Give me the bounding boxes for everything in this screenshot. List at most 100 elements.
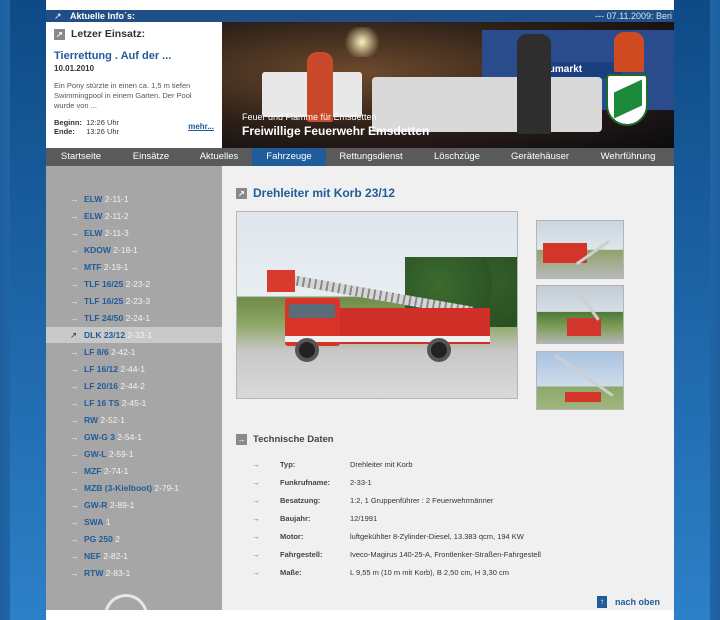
vehicle-code: RW — [84, 415, 99, 425]
sidebar-item-dlk-23-12[interactable]: ↗ DLK 23/12 2-33-1 — [46, 327, 222, 343]
banner-title: Freiwillige Feuerwehr Emsdetten — [242, 124, 430, 138]
more-link[interactable]: mehr... — [188, 122, 214, 131]
nav-item-aktuelles[interactable]: Aktuelles — [186, 148, 252, 166]
nav-item-fahrzeuge[interactable]: Fahrzeuge — [252, 148, 326, 166]
thumb-ladder — [574, 286, 600, 321]
vehicle-number: 2-74-1 — [103, 466, 129, 476]
nav-item-startseite[interactable]: Startseite — [46, 148, 116, 166]
vehicle-code: LF 16/12 — [84, 364, 119, 374]
nav-item-rettungsdienst[interactable]: Rettungsdienst — [326, 148, 416, 166]
latest-mission-heading: ↗ Letzer Einsatz: — [54, 28, 214, 40]
vehicle-code: TLF 24/50 — [84, 313, 124, 323]
sidebar-item-lf-20-16[interactable]: → LF 20/16 2-44-2 — [46, 378, 222, 394]
vehicle-number: 2-24-1 — [125, 313, 151, 323]
sidebar-item-mzf[interactable]: → MZF 2-74-1 — [46, 463, 222, 479]
arrow-box-icon: → — [236, 434, 247, 445]
sidebar-item-lf-8-6[interactable]: → LF 8/6 2-42-1 — [46, 344, 222, 360]
arrow-right-icon: → — [70, 517, 79, 527]
spec-row: → Typ: Drehleiter mit Korb — [252, 456, 652, 474]
vehicle-thumbnail-1[interactable] — [536, 220, 624, 279]
vehicle-code: TLF 16/25 — [84, 279, 124, 289]
spec-row: → Funkrufname: 2-33-1 — [252, 474, 652, 492]
vehicle-thumbnail-2[interactable] — [536, 285, 624, 344]
arrow-right-icon: → — [70, 279, 79, 289]
vehicle-code: GW-G 3 — [84, 432, 115, 442]
banner-subtitle: Feuer und Flamme für Emsdetten — [242, 112, 377, 122]
thumb-ladder — [554, 354, 614, 397]
latest-mission-text: Ein Pony stürzte in einen ca. 1,5 m tief… — [54, 81, 192, 110]
vehicle-number: 2-59-1 — [108, 449, 134, 459]
ticker-title: Aktuelle Info´s: — [70, 11, 136, 21]
ticker-news[interactable]: --- 07.11.2009: Beri — [595, 10, 672, 22]
spec-row: → Fahrgestell: Iveco-Magirus 140-25-A, Fro… — [252, 546, 652, 564]
arrow-right-icon: → — [70, 245, 79, 255]
latest-mission-heading-label: Letzer Einsatz: — [71, 28, 146, 40]
sidebar-item-tlf-16-25-2[interactable]: → TLF 16/25 2-23-2 — [46, 276, 222, 292]
sidebar-item-kdow[interactable]: → KDOW 2-18-1 — [46, 242, 222, 258]
news-ticker: ↗ Aktuelle Info´s: --- 07.11.2009: Beri — [46, 10, 674, 22]
vehicle-code: PG 250 — [84, 534, 113, 544]
arrow-right-icon: → — [70, 296, 79, 306]
sidebar-item-gw-g-3[interactable]: → GW-G 3 2-54-1 — [46, 429, 222, 445]
vehicle-number: 2-11-2 — [104, 211, 129, 221]
sidebar-item-swa[interactable]: → SWA 1 — [46, 514, 222, 530]
nav-item-geraetehaeuser[interactable]: Gerätehäuser — [498, 148, 582, 166]
sidebar-item-elw-3[interactable]: → ELW 2-11-3 — [46, 225, 222, 241]
latest-mission-date: 10.01.2010 — [54, 64, 95, 73]
arrow-right-icon: → — [70, 347, 79, 357]
vehicle-number: 2-44-2 — [120, 381, 145, 391]
arrow-right-icon: → — [70, 568, 79, 578]
vehicle-number: 1 — [105, 517, 111, 527]
arrow-right-icon: → — [252, 460, 260, 469]
sidebar-item-pg-250[interactable]: → PG 250 2 — [46, 531, 222, 547]
arrow-right-icon: → — [70, 262, 79, 272]
nav-item-loeschzuege[interactable]: Löschzüge — [416, 148, 498, 166]
arrow-right-icon: → — [70, 228, 79, 238]
spec-value: 2-33-1 — [350, 478, 372, 487]
nav-item-wehrfuehrung[interactable]: Wehrführung — [582, 148, 674, 166]
spec-value: Drehleiter mit Korb — [350, 460, 413, 469]
main-nav: Startseite Einsätze Aktuelles Fahrzeuge … — [46, 148, 674, 166]
sidebar-item-tlf-24-50[interactable]: → TLF 24/50 2-24-1 — [46, 310, 222, 326]
back-to-top-label: nach oben — [614, 597, 660, 607]
vehicle-number: 2-79-1 — [154, 483, 179, 493]
vehicle-number: 2-82-1 — [103, 551, 128, 561]
vehicle-code: LF 20/16 — [84, 381, 119, 391]
sidebar-item-lf-16-12[interactable]: → LF 16/12 2-44-1 — [46, 361, 222, 377]
sidebar-item-nef[interactable]: → NEF 2-82-1 — [46, 548, 222, 564]
vehicle-code: ELW — [84, 211, 103, 221]
arrow-right-icon: → — [70, 500, 79, 510]
spec-value: 1:2, 1 Gruppenführer : 2 Feuerwehrmänner — [350, 496, 494, 505]
nav-item-einsaetze[interactable]: Einsätze — [116, 148, 186, 166]
sidebar-item-lf-16-ts[interactable]: → LF 16 TS 2-45-1 — [46, 395, 222, 411]
back-to-top-link[interactable]: ↑ nach oben — [596, 596, 660, 608]
spec-value: 12/1991 — [350, 514, 378, 523]
vehicle-number: 2-11-1 — [104, 194, 129, 204]
sidebar-item-mtf[interactable]: → MTF 2-19-1 — [46, 259, 222, 275]
banner-firefighter — [614, 32, 644, 72]
sidebar-item-gw-l[interactable]: → GW-L 2-59-1 — [46, 446, 222, 462]
vehicle-code: TLF 16/25 — [84, 296, 124, 306]
arrow-up-right-icon: ↗ — [70, 330, 78, 340]
sidebar-item-rtw[interactable]: → RTW 2-83-1 — [46, 565, 222, 581]
sidebar-item-elw-1[interactable]: → ELW 2-11-1 — [46, 191, 222, 207]
vehicle-code: MZB (3-Kielboot) — [84, 483, 152, 493]
spec-label: Motor: — [280, 532, 304, 541]
footer-logo-icon — [104, 594, 148, 610]
latest-mission-title[interactable]: Tierrettung . Auf der ... — [54, 50, 214, 62]
sidebar-item-tlf-16-25-3[interactable]: → TLF 16/25 2-23-3 — [46, 293, 222, 309]
emsdetten-coat-of-arms — [606, 74, 648, 126]
vehicle-number: 2-23-2 — [125, 279, 151, 289]
sidebar-item-rw[interactable]: → RW 2-52-1 — [46, 412, 222, 428]
sidebar-item-gw-r[interactable]: → GW-R 2-89-1 — [46, 497, 222, 513]
vehicle-main-photo[interactable] — [236, 211, 518, 399]
banner-firefighter — [517, 34, 551, 134]
vehicle-code: NEF — [84, 551, 101, 561]
arrow-right-icon: → — [70, 364, 79, 374]
vehicle-code: ELW — [84, 194, 103, 204]
sidebar-item-mzb[interactable]: → MZB (3-Kielboot) 2-79-1 — [46, 480, 222, 496]
vehicle-thumbnail-3[interactable] — [536, 351, 624, 410]
vehicle-number: 2 — [115, 534, 120, 544]
vehicle-number: 2-89-1 — [109, 500, 135, 510]
sidebar-item-elw-2[interactable]: → ELW 2-11-2 — [46, 208, 222, 224]
